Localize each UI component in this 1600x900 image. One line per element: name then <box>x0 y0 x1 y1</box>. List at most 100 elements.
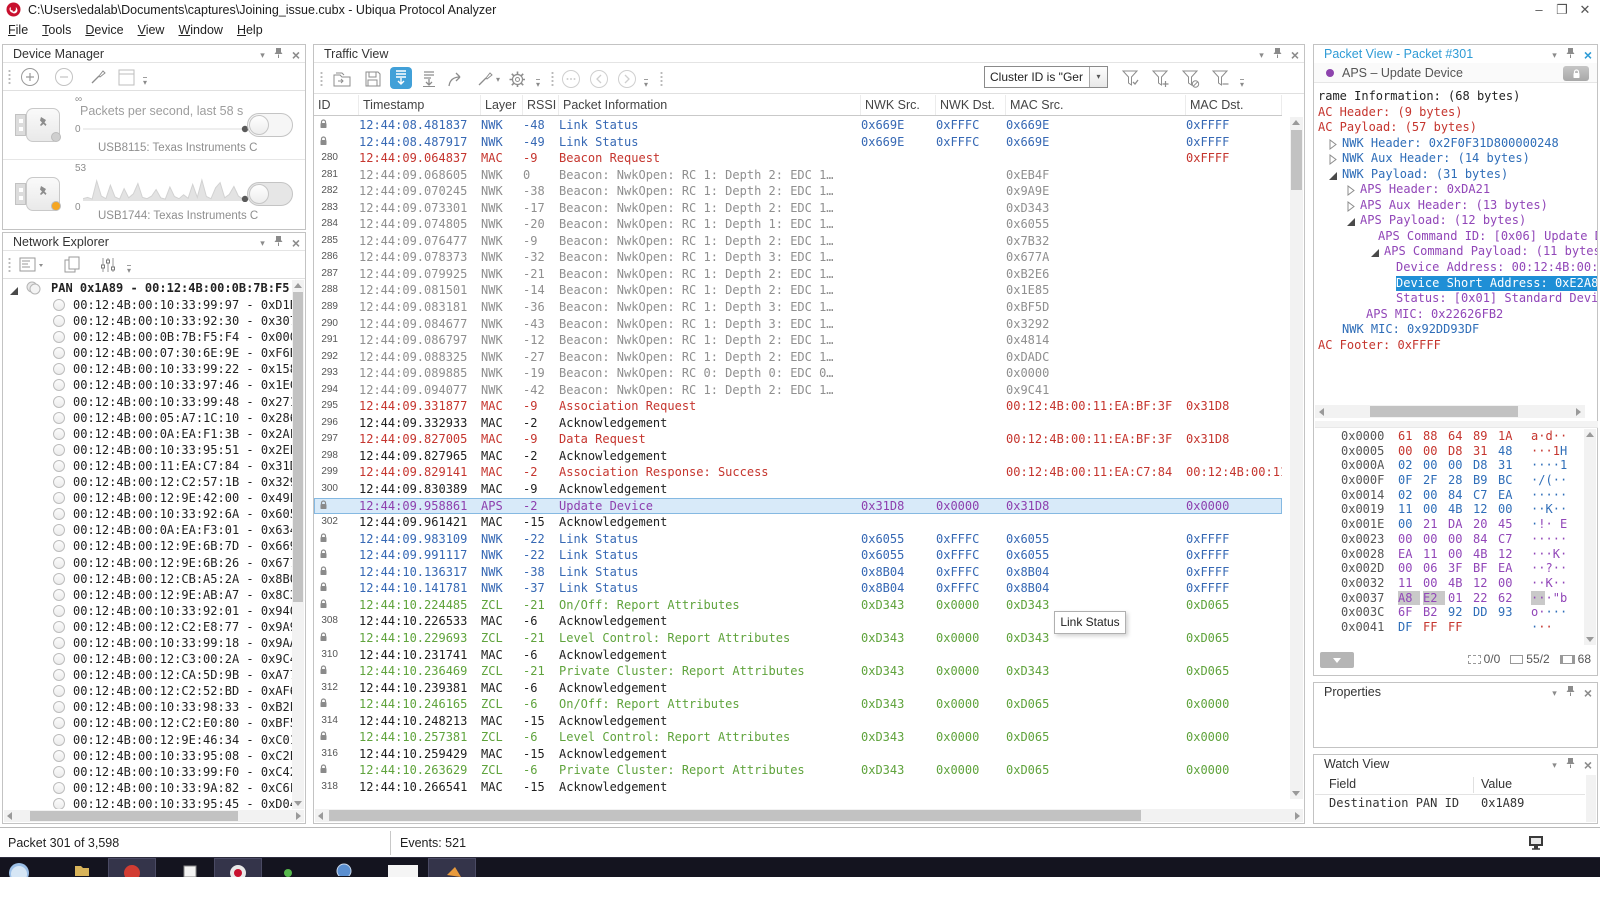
menu-window[interactable]: Window <box>178 23 222 37</box>
network-node[interactable]: 00:12:4B:00:10:33:95:51 - 0x2EE6 - <box>3 442 293 458</box>
watch-columns[interactable]: Field Value <box>1315 775 1585 795</box>
decode-line[interactable]: APS Payload: (12 bytes) <box>1316 213 1597 229</box>
packet-row-316[interactable]: 316 12:44:10.259429 MAC -15 Acknowledgement <box>314 746 1282 763</box>
network-vscrollbar[interactable] <box>292 280 304 809</box>
packet-row-285[interactable]: 285 12:44:09.076477 NWK -9 Beacon: NwkOpen: … <box>314 233 1282 250</box>
comment-prev-icon[interactable] <box>588 68 610 90</box>
packet-row-314[interactable]: 314 12:44:10.248213 MAC -15 Acknowledgement <box>314 713 1282 730</box>
watch-vscrollbar[interactable] <box>1586 775 1596 822</box>
taskbar-app-2[interactable] <box>183 864 197 877</box>
panel-menu-icon[interactable]: ▾ <box>1552 49 1557 62</box>
panel-menu-icon[interactable]: ▾ <box>260 49 265 62</box>
pin-icon[interactable] <box>1566 757 1575 773</box>
hex-row[interactable]: 0x0037 A8 E2 01 22 62 ···"b <box>1316 590 1597 606</box>
packet-row-288[interactable]: 288 12:44:09.081501 NWK -14 Beacon: NwkOpen:… <box>314 282 1282 299</box>
packet-row-318[interactable]: 318 12:44:10.266541 MAC -15 Acknowledgement <box>314 779 1282 796</box>
packet-row-312[interactable]: 312 12:44:10.239381 MAC -6 Acknowledgement <box>314 680 1282 697</box>
decode-line[interactable]: AC Header: (9 bytes) <box>1316 105 1597 121</box>
clear-icon[interactable] <box>87 66 109 88</box>
decode-line[interactable]: Device Short Address: 0xE2A8 <box>1316 275 1597 292</box>
decode-line[interactable]: Status: [0x01] Standard Devi <box>1316 291 1597 307</box>
hex-row[interactable]: 0x0032 11 00 4B 12 00 ··K·· <box>1316 576 1597 591</box>
close-icon[interactable]: × <box>1584 686 1592 700</box>
network-node[interactable]: 00:12:4B:00:10:33:9A:82 - 0xC6FD - <box>3 780 293 796</box>
packet-row-307[interactable]: 30712:44:10.224485ZCL-21On/Off: Report A… <box>314 597 1282 614</box>
packet-row-290[interactable]: 290 12:44:09.084677 NWK -43 Beacon: NwkOpen:… <box>314 316 1282 333</box>
view-mode-icon[interactable] <box>17 254 47 276</box>
decode-line[interactable]: APS Command Payload: (11 bytes) <box>1316 244 1597 260</box>
clear-icon[interactable] <box>474 68 496 90</box>
column-header-layer[interactable]: Layer <box>481 95 523 115</box>
pin-icon[interactable] <box>1566 685 1575 701</box>
restore-button[interactable]: ❐ <box>1555 2 1569 18</box>
pin-icon[interactable] <box>274 235 283 251</box>
close-icon[interactable]: × <box>292 48 300 62</box>
windows-taskbar[interactable] <box>0 857 1600 877</box>
overflow-icon[interactable]: ▾ <box>143 77 148 87</box>
network-node[interactable]: 00:12:4B:00:10:33:99:F0 - 0xC421 - <box>3 764 293 780</box>
network-node[interactable]: 00:12:4B:00:10:33:92:6A - 0x6055 <box>3 506 293 522</box>
close-window-button[interactable]: ✕ <box>1578 2 1592 18</box>
column-header-id[interactable]: ID <box>314 95 359 115</box>
filter-disable-icon[interactable] <box>1180 68 1202 90</box>
network-node[interactable]: 00:12:4B:00:12:9E:6B:26 - 0x677A - <box>3 555 293 571</box>
traffic-vscrollbar[interactable] <box>1290 117 1303 799</box>
hex-vscrollbar[interactable] <box>1584 429 1596 645</box>
packet-row-296[interactable]: 296 12:44:09.332933 MAC -2 Acknowledgement <box>314 415 1282 432</box>
packet-row-279[interactable]: 27912:44:08.487917NWK-49Link Status0x669… <box>314 134 1282 151</box>
packet-row-308[interactable]: 308 12:44:10.226533 MAC -6 Acknowledgement <box>314 613 1282 630</box>
network-status-icon[interactable] <box>1526 833 1548 856</box>
decode-line[interactable]: APS Header: 0xDA21 <box>1316 182 1597 198</box>
hex-options-button[interactable] <box>1320 652 1354 668</box>
packet-row-289[interactable]: 289 12:44:09.083181 NWK -36 Beacon: NwkOpen:… <box>314 299 1282 316</box>
decode-line[interactable]: Device Address: 00:12:4B:00: <box>1316 260 1597 276</box>
network-node[interactable]: 00:12:4B:00:10:33:95:45 - 0xD042 <box>3 796 293 809</box>
packet-row-311[interactable]: 31112:44:10.236469ZCL-21Private Cluster:… <box>314 663 1282 680</box>
column-header-packet-information[interactable]: Packet Information <box>559 95 861 115</box>
autoscroll-icon[interactable] <box>390 67 412 89</box>
network-node[interactable]: 00:12:4B:00:0B:7B:F5:F4 - 0x0000 - <box>3 329 293 345</box>
network-node[interactable]: 00:12:4B:00:12:C2:E8:77 - 0x9A9E - <box>3 619 293 635</box>
close-icon[interactable]: × <box>292 236 300 250</box>
packet-row-284[interactable]: 284 12:44:09.074805 NWK -20 Beacon: NwkOpen:… <box>314 216 1282 233</box>
selected-field[interactable]: Device Short Address: 0xE2A8 <box>1396 275 1597 292</box>
packet-row-292[interactable]: 292 12:44:09.088325 NWK -27 Beacon: NwkOpen:… <box>314 349 1282 366</box>
hex-row[interactable]: 0x0041 DF FF FF ··· <box>1316 620 1597 635</box>
menu-tools[interactable]: Tools <box>42 23 71 37</box>
network-node[interactable]: 00:12:4B:00:10:33:99:18 - 0x9AAD - <box>3 635 293 651</box>
hex-row[interactable]: 0x0028 EA 11 00 4B 12 ···K· <box>1316 547 1597 562</box>
network-node[interactable]: 00:12:4B:00:0A:EA:F1:3B - 0x2AF4 - <box>3 426 293 442</box>
overflow-icon[interactable]: ▾ <box>644 79 649 89</box>
column-header-timestamp[interactable]: Timestamp <box>359 95 481 115</box>
overflow-icon[interactable]: ▾ <box>1240 79 1245 89</box>
filter-remove-icon[interactable] <box>1210 68 1232 90</box>
packet-row-295[interactable]: 295 12:44:09.331877 MAC -9 Association Reque… <box>314 398 1282 415</box>
decode-line[interactable]: APS Command ID: [0x06] Update D <box>1316 229 1597 245</box>
packet-row-305[interactable]: 30512:44:10.136317NWK-38Link Status0x8B0… <box>314 564 1282 581</box>
menu-device[interactable]: Device <box>85 23 123 37</box>
network-node[interactable]: 00:12:4B:00:12:CA:5D:9B - 0xA77F - <box>3 667 293 683</box>
watch-row[interactable]: Destination PAN ID 0x1A89 <box>1315 796 1585 813</box>
decode-line[interactable]: AC Payload: (57 bytes) <box>1316 120 1597 136</box>
save-capture-icon[interactable] <box>362 68 384 90</box>
open-capture-icon[interactable] <box>331 68 353 90</box>
device-toggle[interactable] <box>247 113 293 137</box>
packet-row-304[interactable]: 30412:44:09.991117NWK-22Link Status0x605… <box>314 547 1282 564</box>
network-node[interactable]: 00:12:4B:00:12:C2:E0:80 - 0xBF5D - <box>3 715 293 731</box>
network-node[interactable]: 00:12:4B:00:10:33:97:46 - 0x1ECB <box>3 377 293 393</box>
packet-row-297[interactable]: 297 12:44:09.827005 MAC -9 Data Request 00:12… <box>314 431 1282 448</box>
panel-menu-icon[interactable]: ▾ <box>260 237 265 250</box>
packet-row-282[interactable]: 282 12:44:09.070245 NWK -38 Beacon: NwkOpen:… <box>314 183 1282 200</box>
taskbar-app-7[interactable] <box>428 858 476 877</box>
overflow-icon[interactable]: ▾ <box>536 79 541 89</box>
packet-row-283[interactable]: 283 12:44:09.073301 NWK -17 Beacon: NwkOpen:… <box>314 200 1282 217</box>
hex-row[interactable]: 0x0023 00 00 00 84 C7 ····· <box>1316 532 1597 547</box>
hex-row[interactable]: 0x003C 6F B2 92 DD 93 o···· <box>1316 605 1597 620</box>
packet-row-294[interactable]: 294 12:44:09.094077 NWK -42 Beacon: NwkOpen:… <box>314 382 1282 399</box>
comment-icon[interactable] <box>560 68 582 90</box>
scroll-bottom-icon[interactable] <box>418 68 440 90</box>
hex-row[interactable]: 0x000A 02 00 00 D8 31 ····1 <box>1316 458 1597 473</box>
packet-row-315[interactable]: 31512:44:10.257381ZCL-6Level Control: Re… <box>314 729 1282 746</box>
network-node[interactable]: 00:12:4B:00:12:C2:57:1B - 0x3292 - <box>3 474 293 490</box>
packet-row-302[interactable]: 302 12:44:09.961421 MAC -15 Acknowledgement <box>314 514 1282 531</box>
